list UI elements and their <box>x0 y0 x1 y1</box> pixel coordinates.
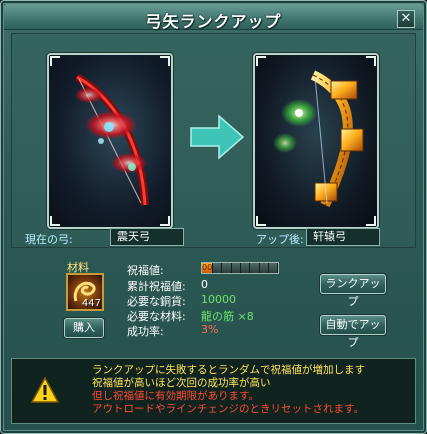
close-icon: ✕ <box>400 11 412 26</box>
materials-value: 龍の筋 ×8 <box>201 310 254 323</box>
silver-label: 必要な銅貨: <box>127 295 186 308</box>
blessing-bar: 00 <box>201 262 279 274</box>
blessing-segment-empty <box>231 263 241 273</box>
rank-up-window: 弓矢ランクアップ ✕ 現在の弓: 震天弓 アップ後: 轩辕弓 材料 447 購入… <box>0 0 427 434</box>
next-bow-frame <box>253 53 379 229</box>
next-bow-name: 轩辕弓 <box>306 228 380 246</box>
warning-icon <box>30 376 60 403</box>
materials-label: 必要な材料: <box>127 310 186 323</box>
material-count: 447 <box>81 298 101 309</box>
notice-line: アウトロードやラインチェンジのときリセットされます。 <box>92 403 364 415</box>
blessing-segment-empty <box>213 263 223 273</box>
blessing-segment-empty <box>240 263 251 273</box>
blessing-segment-empty <box>250 263 260 273</box>
success-value: 3% <box>201 323 219 336</box>
silver-value: 10000 <box>201 293 236 306</box>
title-bar[interactable]: 弓矢ランクアップ ✕ <box>4 4 423 31</box>
notice-line: ランクアップに失敗するとランダムで祝福値が増加します <box>92 364 365 376</box>
notice-text: ランクアップに失敗するとランダムで祝福値が増加します 祝福値が高いほど次回の成功… <box>92 364 365 416</box>
notice-box: ランクアップに失敗するとランダムで祝福値が増加します 祝福値が高いほど次回の成功… <box>11 358 416 424</box>
close-button[interactable]: ✕ <box>397 10 415 28</box>
blessing-segment-filled: 00 <box>202 263 214 273</box>
blessing-label: 祝福値: <box>127 264 164 277</box>
next-bow-label: アップ後: <box>256 233 304 246</box>
material-slot[interactable]: 447 <box>66 273 104 311</box>
current-bow-label: 現在の弓: <box>25 233 73 246</box>
blessing-segment-empty <box>259 263 269 273</box>
notice-line: 但し祝福値に有効期限があります。 <box>92 390 259 402</box>
success-label: 成功率: <box>127 325 164 338</box>
rankup-button[interactable]: ランクアップ <box>320 274 386 308</box>
blessing-segment-empty <box>222 263 232 273</box>
next-bow-image <box>273 70 364 208</box>
current-bow-name: 震天弓 <box>110 228 184 246</box>
current-bow-frame <box>47 53 173 229</box>
buy-button[interactable]: 購入 <box>64 318 104 338</box>
blessing-segment-empty <box>268 263 279 273</box>
arrow-right-icon <box>190 114 245 160</box>
window-title: 弓矢ランクアップ <box>145 12 282 31</box>
notice-line: 祝福値が高いほど次回の成功率が高い <box>92 377 271 389</box>
cumulative-label: 累計祝福値: <box>127 280 186 293</box>
auto-rankup-button[interactable]: 自動でアップ <box>320 315 386 349</box>
current-bow-image <box>74 73 149 206</box>
cumulative-value: 0 <box>201 278 208 291</box>
